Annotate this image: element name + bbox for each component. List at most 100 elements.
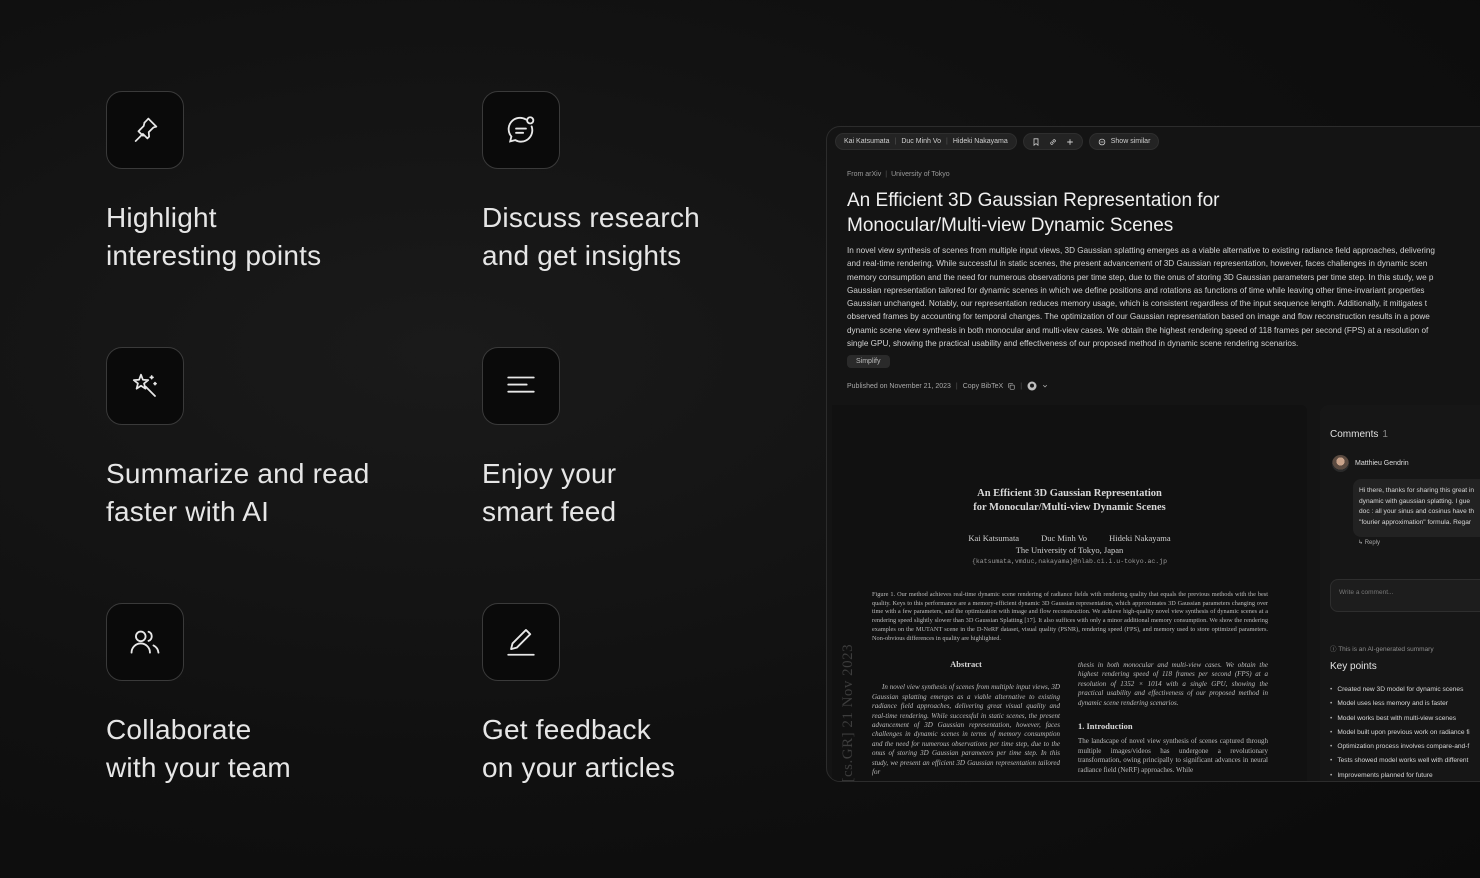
feature-summarize: Summarize and read faster with AI xyxy=(106,347,369,527)
paper-title-line: An Efficient 3D Gaussian Representation … xyxy=(847,190,1220,211)
pdf-title-line: An Efficient 3D Gaussian Representation xyxy=(977,488,1162,499)
feature-title-line: Get feedback xyxy=(482,714,651,745)
plus-icon[interactable] xyxy=(1066,138,1074,146)
feature-title: Summarize and read faster with AI xyxy=(106,455,446,531)
link-icon[interactable] xyxy=(1049,138,1057,146)
pdf-authors: Kai Katsumata Duc Minh Vo Hideki Nakayama … xyxy=(832,533,1307,568)
key-point: Tests showed model works well with diffe… xyxy=(1330,754,1470,768)
abstract-line: observed frames by accounting for tempor… xyxy=(847,312,1430,322)
key-points-heading: Key points xyxy=(1330,661,1377,672)
reply-label: Reply xyxy=(1364,540,1381,546)
pdf-left-column: Abstract In novel view synthesis of scen… xyxy=(872,659,1060,777)
copy-bibtex-button[interactable]: Copy BibTeX xyxy=(963,383,1003,390)
pdf-author: Hideki Nakayama xyxy=(1109,533,1171,543)
publish-date: Published on November 21, 2023 xyxy=(847,382,951,390)
comment-input[interactable]: Write a comment... xyxy=(1330,579,1480,612)
comments-header: Comments 1 xyxy=(1330,429,1388,440)
feed-lines-icon xyxy=(482,347,560,425)
similar-icon xyxy=(1098,138,1106,145)
abstract-line: single GPU, showing the practical usabil… xyxy=(847,339,1299,349)
avatar[interactable] xyxy=(1332,455,1349,472)
author-name[interactable]: Hideki Nakayama xyxy=(953,138,1008,145)
feature-title-line: Discuss research xyxy=(482,202,700,233)
app-window: Kai Katsumata | Duc Minh Vo | Hideki Nak… xyxy=(826,126,1480,782)
feature-title-line: faster with AI xyxy=(106,496,270,527)
key-point: Model uses less memory and is faster xyxy=(1330,697,1470,711)
github-icon[interactable] xyxy=(1027,381,1037,391)
copy-icon[interactable] xyxy=(1008,382,1015,390)
show-similar-button[interactable]: Show similar xyxy=(1088,133,1160,150)
top-bar: Kai Katsumata | Duc Minh Vo | Hideki Nak… xyxy=(835,133,1160,150)
ai-summary-note: ⓘ This is an AI-generated summary xyxy=(1330,643,1434,653)
pdf-author-names: Kai Katsumata Duc Minh Vo Hideki Nakayama xyxy=(832,533,1307,545)
reply-button[interactable]: ↳ Reply xyxy=(1358,539,1380,546)
comment-body: Hi there, thanks for sharing this great … xyxy=(1353,479,1480,537)
pdf-abstract-heading: Abstract xyxy=(950,659,982,669)
pdf-title-line: for Monocular/Multi-view Dynamic Scenes xyxy=(973,502,1166,513)
comment-line: Hi there, thanks for sharing this great … xyxy=(1359,487,1475,494)
feature-title-line: smart feed xyxy=(482,496,617,527)
pdf-right-column: thesis in both monocular and multi-view … xyxy=(1078,661,1268,775)
feature-title: Enjoy your smart feed xyxy=(482,455,822,531)
simplify-button[interactable]: Simplify xyxy=(847,355,890,368)
feature-title-line: Summarize and read xyxy=(106,458,370,489)
comments-count: 1 xyxy=(1382,429,1388,440)
info-icon: ⓘ xyxy=(1330,646,1337,653)
pen-icon xyxy=(482,603,560,681)
abstract-line: Gaussian representation tailored for dyn… xyxy=(847,285,1425,295)
actions-pill xyxy=(1022,133,1083,150)
author-name[interactable]: Duc Minh Vo xyxy=(901,138,941,145)
paper-title-line: Monocular/Multi-view Dynamic Scenes xyxy=(847,215,1174,236)
separator: | xyxy=(885,171,888,178)
pdf-viewer[interactable]: 1.12897v1 [cs.GR] 21 Nov 2023 An Efficie… xyxy=(832,405,1307,782)
key-points-list: Created new 3D model for dynamic scenes … xyxy=(1330,683,1470,781)
key-point: Improvements planned for future xyxy=(1330,769,1470,781)
pdf-intro-heading: 1. Introduction xyxy=(1078,721,1133,732)
comment-line: "fourier approximation" formula. Regar xyxy=(1359,518,1472,526)
feature-title: Discuss research and get insights xyxy=(482,199,822,275)
chevron-down-icon[interactable] xyxy=(1042,383,1048,389)
side-panel: Comments 1 Matthieu Gendrin Hi there, tha… xyxy=(1320,405,1480,781)
feature-title-line: Highlight xyxy=(106,202,217,233)
pdf-author: Duc Minh Vo xyxy=(1041,533,1088,543)
feature-title-line: with your team xyxy=(106,752,291,783)
feature-feedback: Get feedback on your articles xyxy=(482,603,675,783)
bookmark-icon[interactable] xyxy=(1032,137,1040,146)
authors-pill[interactable]: Kai Katsumata | Duc Minh Vo | Hideki Nak… xyxy=(835,133,1017,150)
feature-title: Highlight interesting points xyxy=(106,199,446,275)
arxiv-stamp: 1.12897v1 [cs.GR] 21 Nov 2023 xyxy=(840,643,856,782)
source-label[interactable]: From arXiv xyxy=(847,171,881,178)
pdf-author: Kai Katsumata xyxy=(968,533,1020,543)
users-icon xyxy=(106,603,184,681)
feature-title-line: Collaborate xyxy=(106,714,252,745)
paper-title: An Efficient 3D Gaussian Representation … xyxy=(847,188,1267,238)
abstract-line: dynamic scene view synthesis in both mon… xyxy=(847,325,1429,335)
source-meta: From arXiv | University of Tokyo xyxy=(847,171,950,178)
feature-title-line: interesting points xyxy=(106,240,322,271)
pin-icon xyxy=(106,91,184,169)
author-name[interactable]: Kai Katsumata xyxy=(844,138,890,145)
abstract-line: Gaussian unchanged. Notably, our represe… xyxy=(847,299,1427,309)
abstract-line: In novel view synthesis of scenes from m… xyxy=(847,246,1435,255)
show-similar-label: Show similar xyxy=(1110,138,1151,145)
pdf-title: An Efficient 3D Gaussian Representation … xyxy=(832,487,1307,515)
magic-sparkle-icon xyxy=(106,347,184,425)
comment-input-placeholder: Write a comment... xyxy=(1339,589,1394,596)
comment-author[interactable]: Matthieu Gendrin xyxy=(1355,460,1409,467)
abstract-line: memory consumption and the need for nume… xyxy=(847,272,1434,282)
feature-feed: Enjoy your smart feed xyxy=(482,347,616,527)
institution-label[interactable]: University of Tokyo xyxy=(891,171,950,178)
paper-abstract: In novel view synthesis of scenes from m… xyxy=(847,244,1480,350)
pdf-right-text: thesis in both monocular and multi-view … xyxy=(1078,661,1268,707)
feature-title-line: on your articles xyxy=(482,752,676,783)
key-point: Created new 3D model for dynamic scenes xyxy=(1330,683,1470,697)
pdf-figure-caption: Figure 1. Our method achieves real-time … xyxy=(872,591,1268,642)
publish-row: Published on November 21, 2023 | Copy Bi… xyxy=(847,381,1048,391)
separator: | xyxy=(1020,382,1023,390)
key-point: Optimization process involves compare-an… xyxy=(1330,740,1470,754)
pdf-email: {katsumata,vmduc,nakayama}@nlab.ci.i.u-t… xyxy=(971,558,1168,565)
pdf-abstract-text: In novel view synthesis of scenes from m… xyxy=(872,683,1060,777)
abstract-line: and real-time rendering. While successfu… xyxy=(847,259,1428,269)
feature-highlight: Highlight interesting points xyxy=(106,91,321,271)
separator: | xyxy=(955,382,958,390)
